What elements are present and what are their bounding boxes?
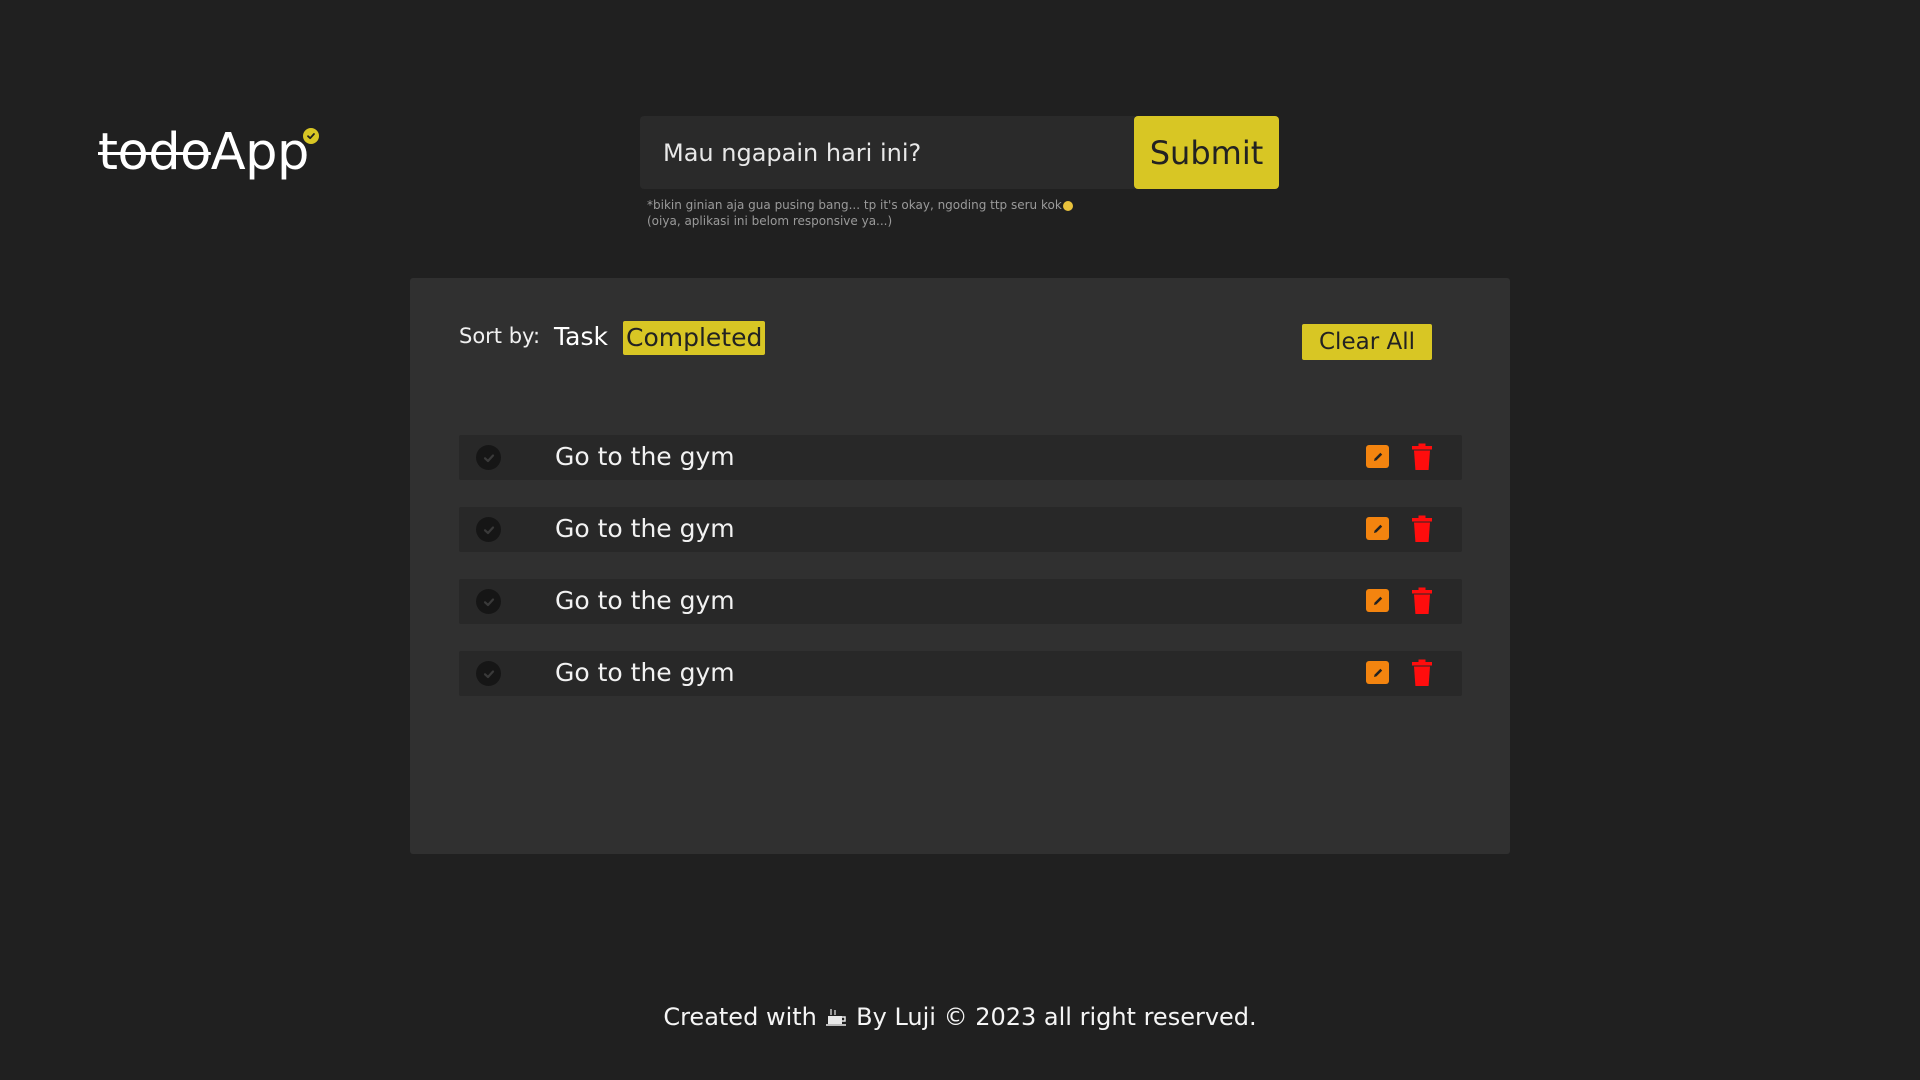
sort-option-task[interactable]: Task xyxy=(554,322,608,351)
logo-todo-text: todo xyxy=(98,123,211,182)
helper-note-line-2: (oiya, aplikasi ini belom responsive ya.… xyxy=(647,214,893,228)
complete-check-icon[interactable] xyxy=(476,661,501,686)
trash-icon[interactable] xyxy=(1410,515,1434,543)
app-logo: todoApp xyxy=(98,118,319,188)
task-input[interactable] xyxy=(640,116,1135,189)
sort-label: Sort by: xyxy=(459,324,541,348)
task-text: Go to the gym xyxy=(555,658,735,687)
edit-icon[interactable] xyxy=(1366,661,1389,684)
submit-button[interactable]: Submit xyxy=(1134,116,1279,189)
edit-icon[interactable] xyxy=(1366,517,1389,540)
smile-emoji-icon xyxy=(1062,200,1073,211)
footer-prefix: Created with xyxy=(663,1003,817,1031)
logo-app-text: App xyxy=(210,123,310,182)
footer-suffix: By Luji © 2023 all right reserved. xyxy=(856,1003,1257,1031)
trash-icon[interactable] xyxy=(1410,659,1434,687)
edit-icon[interactable] xyxy=(1366,589,1389,612)
helper-note-line-1: *bikin ginian aja gua pusing bang... tp … xyxy=(647,198,1062,212)
complete-check-icon[interactable] xyxy=(476,589,501,614)
task-text: Go to the gym xyxy=(555,586,735,615)
edit-icon[interactable] xyxy=(1366,445,1389,468)
sort-option-completed[interactable]: Completed xyxy=(623,321,766,355)
footer: Created with By Luji © 2023 all right re… xyxy=(0,1003,1920,1031)
task-list: Go to the gym Go to the gym Go to the gy… xyxy=(459,435,1462,723)
task-row: Go to the gym xyxy=(459,579,1462,624)
clear-all-button[interactable]: Clear All xyxy=(1302,324,1432,360)
task-row: Go to the gym xyxy=(459,651,1462,696)
check-circle-icon xyxy=(302,128,319,144)
complete-check-icon[interactable] xyxy=(476,445,501,470)
task-panel: Sort by: Task Completed Clear All Go to … xyxy=(410,278,1510,854)
complete-check-icon[interactable] xyxy=(476,517,501,542)
trash-icon[interactable] xyxy=(1410,443,1434,471)
task-row: Go to the gym xyxy=(459,507,1462,552)
task-text: Go to the gym xyxy=(555,442,735,471)
trash-icon[interactable] xyxy=(1410,587,1434,615)
task-text: Go to the gym xyxy=(555,514,735,543)
task-row: Go to the gym xyxy=(459,435,1462,480)
coffee-icon xyxy=(825,1005,849,1026)
helper-note: *bikin ginian aja gua pusing bang... tp … xyxy=(647,197,1073,229)
